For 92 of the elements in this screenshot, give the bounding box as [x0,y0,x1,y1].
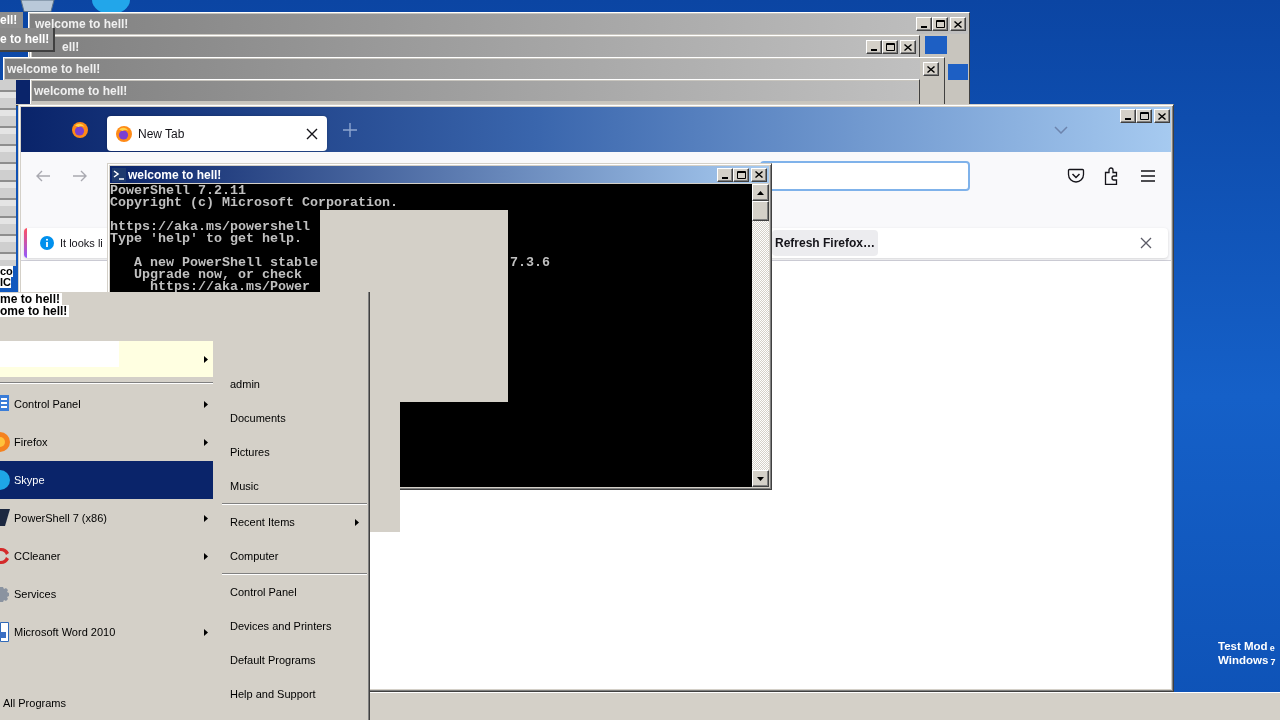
console-line: https://aka.ms/powershell [110,221,310,233]
plus-icon[interactable] [343,122,357,137]
maximize-button[interactable] [932,17,948,31]
bin-icon[interactable] [20,0,55,12]
console-line: A new PowerShell stable [134,257,318,269]
down-arrow-icon [757,476,764,481]
close-icon [954,20,962,28]
console-line: Type 'help' to get help. [110,233,302,245]
maximize-icon [736,170,746,179]
menu-item[interactable]: Control Panel [215,575,369,609]
console-line: PowerShell 7.2.11 [110,185,246,197]
menu-item[interactable]: Help and Support [215,677,369,711]
desktop-notice-text: Test Mod [1218,639,1268,653]
window-title: welcome to hell! [35,17,129,31]
minimize-button[interactable] [866,40,882,54]
terminal-icon [112,167,126,182]
refresh-button[interactable]: Refresh Firefox… [771,230,878,256]
close-icon[interactable] [306,127,318,140]
close-icon [927,65,935,73]
chat-icon [0,468,10,492]
maximize-button[interactable] [733,167,749,182]
menu-item[interactable]: Firefox [0,423,213,461]
close-button[interactable] [1154,109,1170,123]
desktop-notice-text: e [1269,643,1275,653]
notification-text: It looks li [60,237,103,249]
minimize-button[interactable] [916,17,932,31]
window-title: welcome to hell! [7,62,101,76]
minimize-icon [871,49,877,51]
minimize-button[interactable] [1120,109,1136,123]
glitch-fragment-drawing [948,64,968,80]
menu-item[interactable]: Control Panel [0,385,213,423]
maximize-button[interactable] [1136,109,1152,123]
browser-tab[interactable]: New Tab [107,116,327,151]
menu-item[interactable]: Default Programs [215,643,369,677]
maximize-icon [885,43,895,51]
menu-item[interactable]: admin [215,367,369,401]
minimize-icon [722,176,728,179]
browser-logo-icon [116,125,132,142]
text-fragment: IC [0,277,11,288]
browser-logo-icon[interactable] [72,121,88,138]
scroll-down-button[interactable] [752,470,769,487]
window-title: welcome to hell! [128,167,222,182]
glitch-fragment-drawing [925,36,947,54]
menu-item[interactable]: Music [215,469,369,503]
console-line: https://aka.ms/Power [150,281,310,293]
minimize-button[interactable] [717,167,733,182]
menu-item[interactable]: Documents [215,401,369,435]
puzzle-icon[interactable] [1104,167,1120,185]
pocket-icon[interactable] [1067,168,1085,184]
browser-icon [0,430,10,454]
close-button[interactable] [900,40,916,54]
desktop-notice-text: 7 [1270,657,1276,667]
scroll-thumb[interactable] [752,201,769,221]
title-fragment: ell! [0,12,24,28]
url-field[interactable] [760,161,970,191]
close-button[interactable] [950,17,966,31]
menu-item[interactable]: Devices and Printers [215,609,369,643]
desktop-notice-text: Windows [1218,653,1269,667]
menu-item[interactable]: Recent Items [215,505,369,539]
up-arrow-icon [757,190,764,195]
maximize-button[interactable] [882,40,898,54]
close-icon [904,43,912,51]
all-programs-item[interactable]: All Programs [0,690,70,716]
title-fragment: e to hell! [0,28,56,52]
close-icon[interactable] [1140,237,1152,249]
window-title: ell! [62,40,80,54]
text-fragment: ome to hell! [0,305,70,317]
minimize-icon [1125,118,1131,120]
maximize-icon [1139,112,1149,120]
close-button[interactable] [751,167,767,182]
menu-item[interactable]: Skype [0,461,213,499]
menu-item[interactable]: PowerShell 7 (x86) [0,499,213,537]
minimize-icon [921,26,927,28]
document-icon [0,620,10,644]
text-fragment: me to hell! [0,293,62,305]
text-fragment: co [0,266,13,277]
console-line: Copyright (c) Microsoft Corporation. [110,197,398,209]
maximize-icon [935,20,945,28]
close-icon [1158,112,1166,120]
menu-item[interactable]: Services [0,575,213,613]
menu-item[interactable]: Pictures [215,435,369,469]
close-icon [755,171,763,178]
menu-item[interactable]: Microsoft Word 2010 [0,613,213,651]
info-icon [40,236,54,250]
window-title: welcome to hell! [34,84,128,98]
close-button[interactable] [923,62,939,76]
menu-item[interactable]: CCleaner [0,537,213,575]
console-text: 7.3.6 [509,257,550,269]
console-line: Upgrade now, or check [134,269,302,281]
menu-item[interactable]: Computer [215,539,369,573]
scroll-up-button[interactable] [752,184,769,201]
menu-icon[interactable] [1140,170,1156,182]
